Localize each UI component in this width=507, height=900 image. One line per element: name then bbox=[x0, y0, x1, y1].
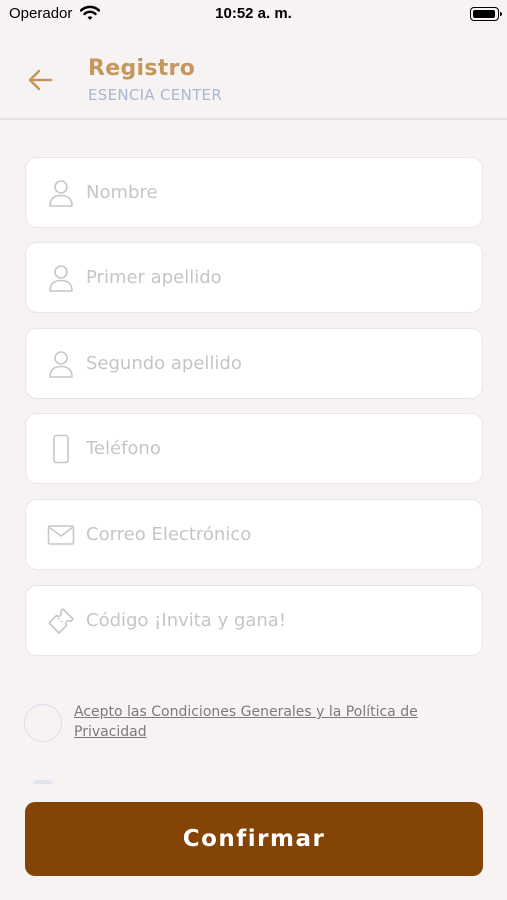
segundo-apellido-input[interactable] bbox=[86, 329, 476, 397]
codigo-input[interactable] bbox=[86, 586, 476, 654]
back-button[interactable] bbox=[22, 62, 58, 98]
ticket-icon bbox=[46, 606, 76, 636]
page-subtitle: ESENCIA CENTER bbox=[88, 86, 223, 104]
status-time: 10:52 a. m. bbox=[215, 5, 292, 22]
codigo-field[interactable] bbox=[25, 585, 483, 656]
confirm-button[interactable]: Confirmar bbox=[25, 802, 483, 876]
battery-icon bbox=[470, 7, 502, 21]
nombre-field[interactable] bbox=[25, 157, 483, 228]
terms-checkbox[interactable] bbox=[24, 704, 62, 742]
arrow-left-icon bbox=[28, 69, 53, 91]
telefono-field[interactable] bbox=[25, 413, 483, 484]
nombre-input[interactable] bbox=[86, 158, 476, 226]
telefono-input[interactable] bbox=[86, 414, 476, 482]
status-bar: Operador 10:52 a. m. bbox=[0, 0, 507, 30]
terms-link[interactable]: Acepto las Condiciones Generales y la Po… bbox=[74, 702, 474, 742]
correo-field[interactable] bbox=[25, 499, 483, 570]
primer-apellido-input[interactable] bbox=[86, 243, 476, 311]
header: Registro ESENCIA CENTER bbox=[0, 40, 507, 120]
primer-apellido-field[interactable] bbox=[25, 242, 483, 313]
phone-icon bbox=[46, 434, 76, 464]
option-radio-partial[interactable] bbox=[33, 780, 53, 784]
person-icon bbox=[46, 178, 76, 208]
person-icon bbox=[46, 349, 76, 379]
page-title: Registro bbox=[88, 56, 196, 81]
person-icon bbox=[46, 263, 76, 293]
correo-input[interactable] bbox=[86, 500, 476, 568]
mail-icon bbox=[46, 520, 76, 550]
segundo-apellido-field[interactable] bbox=[25, 328, 483, 399]
